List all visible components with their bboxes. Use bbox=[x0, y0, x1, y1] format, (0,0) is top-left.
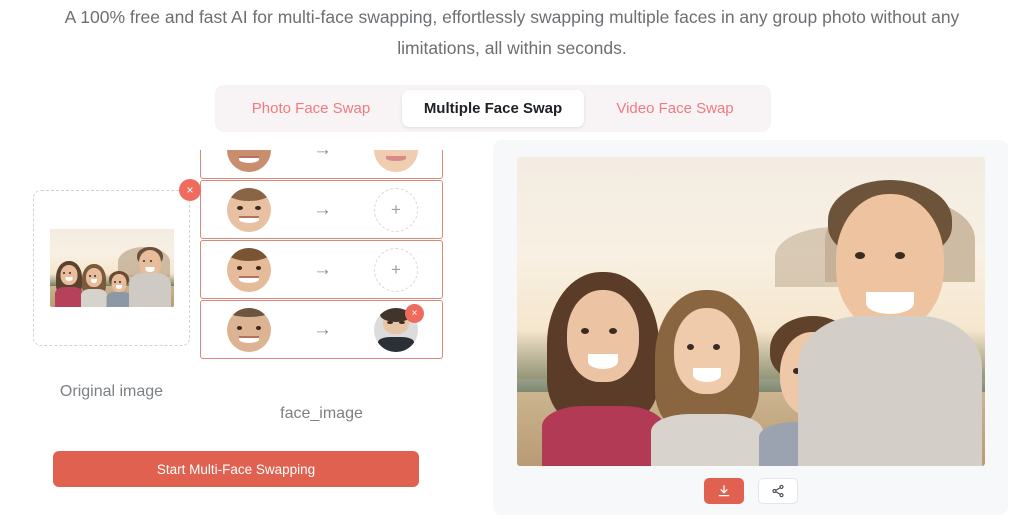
source-face-thumbnail bbox=[227, 307, 271, 352]
add-target-face-button[interactable]: + bbox=[374, 187, 418, 232]
share-button[interactable] bbox=[757, 478, 798, 504]
original-image-thumbnail bbox=[49, 229, 174, 307]
original-image-uploader[interactable]: × bbox=[33, 179, 201, 346]
mapping-arrow-icon: → bbox=[313, 318, 332, 340]
result-actions bbox=[493, 478, 1008, 504]
face-mapping-row[interactable]: → + bbox=[200, 180, 443, 239]
tab-photo-face-swap[interactable]: Photo Face Swap bbox=[220, 90, 402, 127]
source-face-thumbnail bbox=[227, 247, 271, 292]
tab-video-face-swap[interactable]: Video Face Swap bbox=[584, 90, 766, 127]
download-button[interactable] bbox=[703, 478, 744, 504]
download-icon bbox=[718, 485, 729, 497]
result-image bbox=[517, 157, 985, 466]
result-panel bbox=[493, 140, 1008, 515]
input-panel: × Original image → + → + → × face_image … bbox=[0, 150, 470, 510]
face-mapping-row[interactable]: → × bbox=[200, 300, 443, 359]
target-face-thumbnail[interactable] bbox=[374, 150, 418, 172]
mapping-arrow-icon: → bbox=[313, 258, 332, 280]
face-mapping-row[interactable]: → + bbox=[200, 240, 443, 299]
mapping-arrow-icon: → bbox=[313, 198, 332, 220]
tab-multiple-face-swap[interactable]: Multiple Face Swap bbox=[402, 90, 584, 127]
page-description: A 100% free and fast AI for multi-face s… bbox=[64, 7, 960, 58]
mapping-arrow-icon: → bbox=[271, 150, 374, 161]
face-mapping-row[interactable]: → × bbox=[200, 150, 443, 179]
share-icon bbox=[771, 484, 784, 498]
start-multi-face-swapping-button[interactable]: Start Multi-Face Swapping bbox=[53, 451, 419, 487]
add-target-face-button[interactable]: + bbox=[374, 247, 418, 292]
original-image-caption: Original image bbox=[59, 383, 164, 400]
remove-original-image-icon[interactable]: × bbox=[179, 179, 201, 201]
source-face-thumbnail bbox=[227, 150, 271, 172]
face-image-caption: face_image bbox=[280, 405, 363, 422]
upload-dropzone[interactable] bbox=[33, 190, 190, 346]
tab-bar: Photo Face Swap Multiple Face Swap Video… bbox=[215, 85, 771, 132]
remove-target-face-icon[interactable]: × bbox=[405, 304, 424, 323]
face-mapping-list[interactable]: → × bbox=[200, 150, 443, 366]
face-swap-page: A 100% free and fast AI for multi-face s… bbox=[0, 0, 1024, 521]
source-face-thumbnail bbox=[227, 187, 271, 232]
